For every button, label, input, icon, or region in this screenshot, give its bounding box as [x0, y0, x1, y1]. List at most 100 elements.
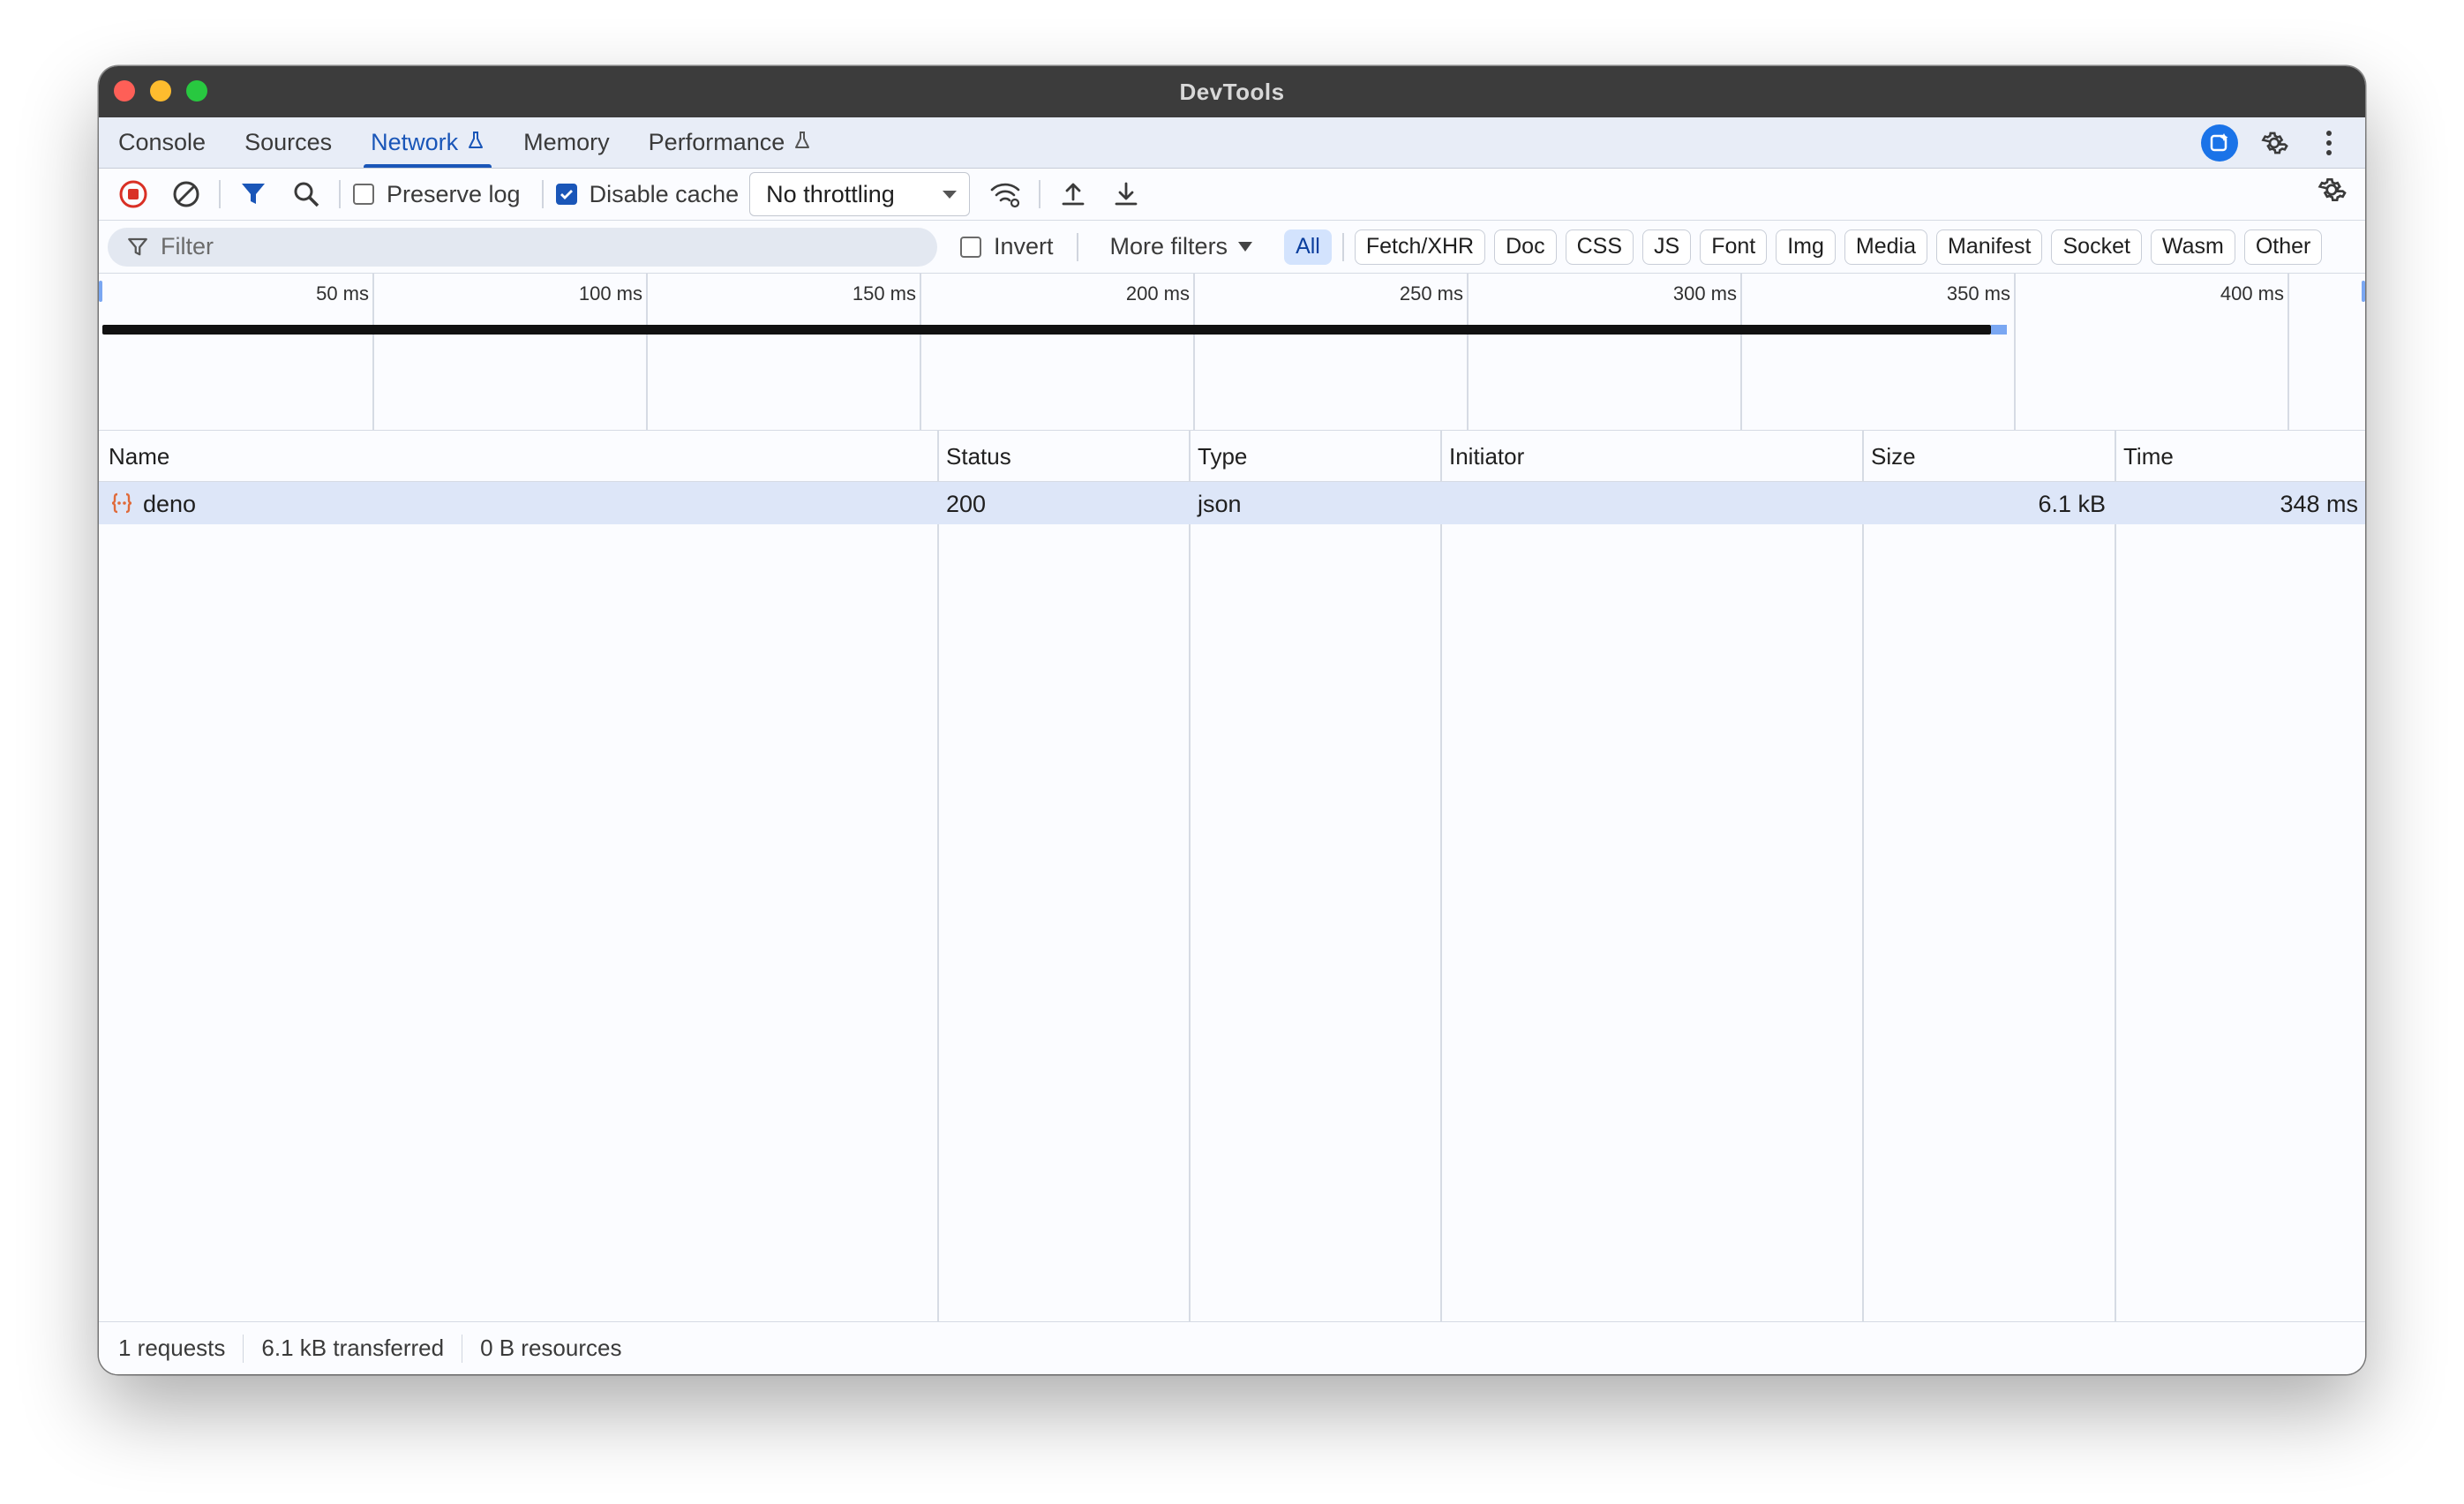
tab-network[interactable]: Network [351, 117, 504, 168]
filter-chip-doc[interactable]: Doc [1494, 229, 1557, 265]
search-button[interactable] [286, 174, 327, 214]
import-har-button[interactable] [1053, 174, 1093, 214]
resource-type-filters: All Fetch/XHR Doc CSS JS Font Img Media … [1284, 229, 2323, 265]
overview-gridline [646, 274, 648, 430]
filter-chip-fetch-xhr[interactable]: Fetch/XHR [1354, 229, 1486, 265]
filter-bar: Filter Invert More filters All Fetch/XHR… [99, 221, 2365, 274]
tab-memory[interactable]: Memory [504, 117, 629, 168]
more-options-button[interactable] [2310, 124, 2348, 162]
overview-gridline [920, 274, 921, 430]
clear-button[interactable] [166, 174, 207, 214]
more-filters-dropdown[interactable]: More filters [1110, 233, 1253, 260]
filter-chip-font[interactable]: Font [1700, 229, 1768, 265]
network-overview[interactable]: 50 ms 100 ms 150 ms 200 ms 250 ms 300 ms… [99, 274, 2365, 431]
filter-chip-manifest[interactable]: Manifest [1936, 229, 2043, 265]
filter-chip-js[interactable]: JS [1642, 229, 1692, 265]
toolbar-divider [219, 180, 221, 208]
tab-sources[interactable]: Sources [225, 117, 351, 168]
tabbar-actions [2201, 117, 2348, 169]
minimize-window-button[interactable] [150, 80, 171, 102]
filter-chip-socket[interactable]: Socket [2051, 229, 2142, 265]
zoom-window-button[interactable] [186, 80, 207, 102]
resources-size: 0 B resources [480, 1335, 622, 1361]
kebab-menu-icon [2326, 131, 2332, 155]
overview-tick-label: 350 ms [1946, 282, 2010, 305]
clear-icon [173, 181, 199, 207]
filter-icon [128, 237, 147, 255]
checkbox-box[interactable] [353, 184, 374, 205]
column-header-status[interactable]: Status [946, 443, 1011, 470]
filter-chip-media[interactable]: Media [1844, 229, 1927, 265]
table-row[interactable]: deno 200 json 6.1 kB 348 ms [99, 482, 2365, 524]
column-header-time[interactable]: Time [2123, 443, 2174, 470]
overview-right-handle[interactable] [2362, 281, 2365, 302]
record-button[interactable] [113, 174, 154, 214]
column-header-name[interactable]: Name [109, 443, 169, 470]
close-window-button[interactable] [114, 80, 135, 102]
network-toolbar: Preserve log Disable cache No throttling [99, 169, 2365, 221]
title-bar: DevTools [99, 66, 2365, 117]
overview-tick-label: 300 ms [1672, 282, 1737, 305]
filter-chip-css[interactable]: CSS [1565, 229, 1634, 265]
overview-gridline [1740, 274, 1742, 430]
column-divider [1440, 431, 1442, 1322]
overview-left-handle[interactable] [99, 281, 102, 302]
request-download-segment [1991, 325, 2007, 335]
cell-time: 348 ms [2280, 491, 2358, 517]
export-har-button[interactable] [1106, 174, 1146, 214]
tab-performance[interactable]: Performance [629, 117, 831, 168]
request-waterfall-bar [102, 325, 1991, 335]
cell-type: json [1198, 491, 1242, 517]
caret-down-icon [1238, 242, 1253, 252]
network-settings-button[interactable] [2316, 174, 2348, 210]
overview-gridline [2014, 274, 2016, 430]
column-header-size[interactable]: Size [1871, 443, 1916, 470]
filter-chip-wasm[interactable]: Wasm [2150, 229, 2235, 265]
network-conditions-button[interactable] [986, 174, 1026, 214]
cell-size: 6.1 kB [2038, 491, 2106, 517]
filter-input[interactable]: Filter [108, 227, 937, 267]
overview-gridline [2287, 274, 2289, 430]
tab-label: Performance [648, 129, 785, 155]
window-controls [114, 80, 207, 102]
column-divider [937, 431, 939, 1322]
search-icon [294, 182, 319, 207]
flask-icon [793, 131, 811, 155]
stop-recording-icon [119, 180, 147, 208]
filter-chip-all[interactable]: All [1284, 229, 1332, 265]
invert-label: Invert [994, 233, 1054, 259]
column-divider [1189, 431, 1191, 1322]
toolbar-divider [1039, 180, 1041, 208]
tab-label: Sources [244, 129, 333, 155]
ai-assistance-button[interactable] [2201, 124, 2238, 162]
column-divider [2115, 431, 2116, 1322]
column-header-type[interactable]: Type [1198, 443, 1247, 470]
filter-chip-img[interactable]: Img [1776, 229, 1836, 265]
checkbox-box[interactable] [555, 184, 577, 205]
tab-label: Network [371, 129, 459, 155]
download-icon [1115, 182, 1138, 206]
settings-button[interactable] [2256, 124, 2293, 162]
filter-toggle-button[interactable] [233, 174, 274, 214]
preserve-log-checkbox[interactable]: Preserve log [353, 181, 521, 208]
toolbar-divider [541, 180, 544, 208]
throttling-select[interactable]: No throttling [749, 172, 971, 216]
preserve-log-label: Preserve log [387, 180, 521, 207]
chevron-down-icon [943, 190, 958, 199]
summary-bar: 1 requests 6.1 kB transferred 0 B resour… [99, 1321, 2365, 1374]
checkbox-box[interactable] [960, 236, 981, 258]
disable-cache-checkbox[interactable]: Disable cache [555, 181, 739, 208]
overview-tick-label: 150 ms [852, 282, 916, 305]
gear-icon [2318, 177, 2347, 202]
filter-placeholder: Filter [161, 233, 214, 259]
wifi-settings-icon [990, 183, 1020, 208]
panel-tabs: Console Sources Network Memory Performan… [99, 117, 2365, 169]
tab-console[interactable]: Console [99, 117, 225, 168]
devtools-window: DevTools Console Sources Network Memory … [99, 66, 2365, 1374]
window-title: DevTools [1179, 78, 1285, 105]
invert-checkbox[interactable]: Invert [960, 233, 1054, 260]
gear-icon [2261, 132, 2288, 154]
filter-chip-other[interactable]: Other [2243, 229, 2323, 265]
column-header-initiator[interactable]: Initiator [1449, 443, 1524, 470]
cell-name: deno [143, 491, 197, 517]
